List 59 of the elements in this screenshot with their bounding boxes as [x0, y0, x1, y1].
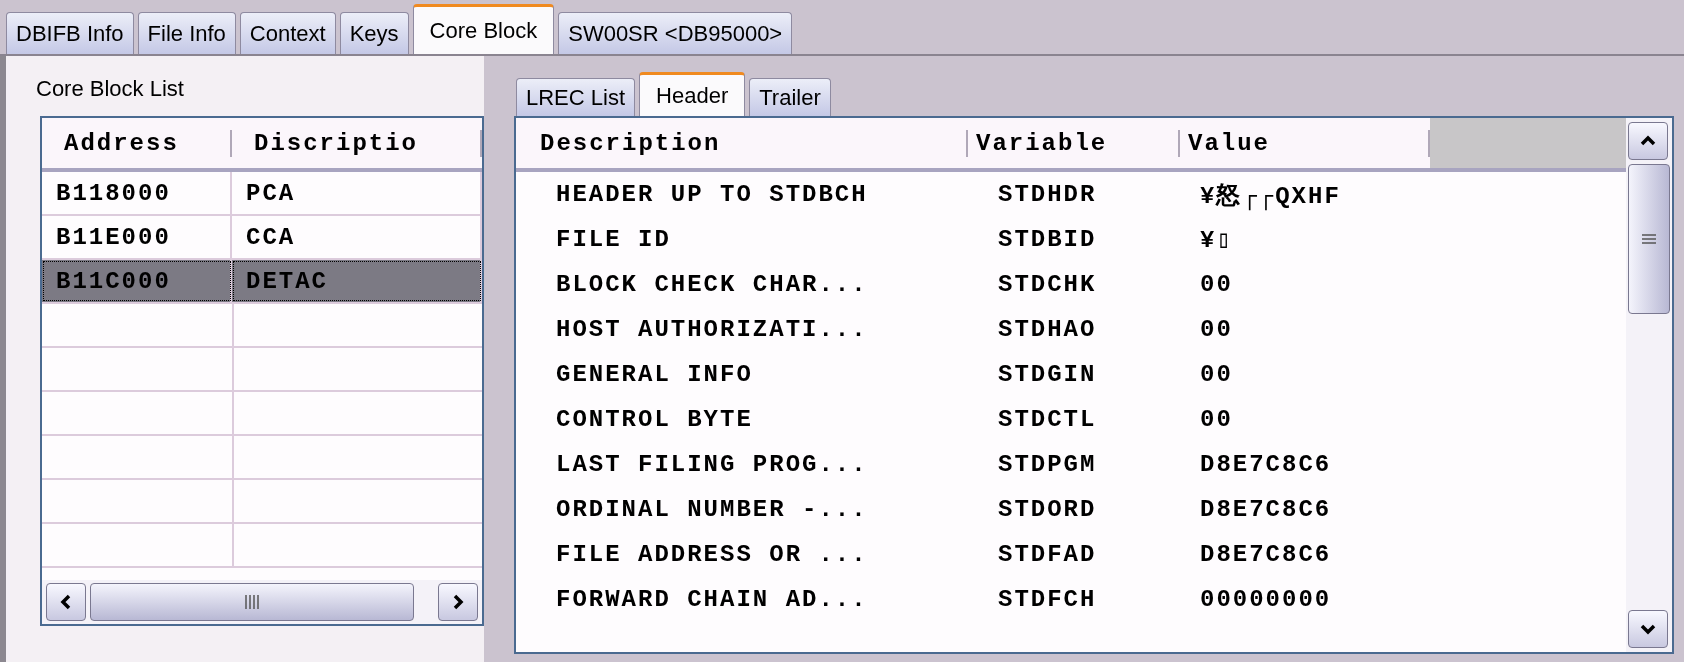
- table-cell: PCA: [246, 179, 296, 207]
- column-header[interactable]: Description: [516, 129, 968, 157]
- table-cell: LAST FILING PROG...: [556, 451, 868, 478]
- scroll-right-button[interactable]: [438, 583, 478, 621]
- table-cell: D8E7C8C6: [1200, 496, 1332, 523]
- panel-title: Core Block List: [36, 76, 184, 102]
- table-cell: FILE ID: [556, 226, 671, 253]
- table-cell: STDGIN: [998, 361, 1097, 388]
- column-header[interactable]: Address: [42, 129, 232, 157]
- table-cell: STDHAO: [998, 316, 1097, 343]
- column-header[interactable]: Discriptio: [232, 129, 482, 157]
- table-cell: STDCHK: [998, 271, 1097, 298]
- table-cell: BLOCK CHECK CHAR...: [556, 271, 868, 298]
- table-cell: 00: [1200, 316, 1233, 343]
- tab[interactable]: File Info: [137, 12, 236, 54]
- table-cell: D8E7C8C6: [1200, 541, 1332, 568]
- scroll-up-button[interactable]: [1628, 122, 1668, 160]
- table-cell: HOST AUTHORIZATI...: [556, 316, 868, 343]
- table-cell: CCA: [246, 223, 296, 251]
- table-cell: DETAC: [246, 267, 328, 295]
- table-cell: STDORD: [998, 496, 1097, 523]
- scroll-left-button[interactable]: [46, 583, 86, 621]
- table-cell: D8E7C8C6: [1200, 451, 1332, 478]
- column-header[interactable]: Variable: [968, 129, 1180, 157]
- table-cell: ¥▯: [1200, 227, 1233, 254]
- table-cell: 00: [1200, 406, 1233, 433]
- tab[interactable]: Context: [239, 12, 336, 54]
- table-cell: B11C000: [56, 267, 171, 295]
- tab[interactable]: SW00SR <DB95000>: [558, 12, 793, 54]
- table-cell: ORDINAL NUMBER -...: [556, 496, 868, 523]
- tab[interactable]: DBIFB Info: [6, 12, 134, 54]
- grip-icon: [1641, 233, 1657, 245]
- tab[interactable]: Keys: [339, 12, 409, 54]
- table-cell: B118000: [56, 179, 171, 207]
- table-cell: FORWARD CHAIN AD...: [556, 586, 868, 613]
- table-cell: 00000000: [1200, 586, 1332, 613]
- table-cell: GENERAL INFO: [556, 361, 753, 388]
- table-cell: B11E000: [56, 223, 171, 251]
- table-cell: STDFCH: [998, 586, 1097, 613]
- grip-icon: [244, 594, 260, 610]
- table-cell: STDPGM: [998, 451, 1097, 478]
- tab[interactable]: Header: [639, 72, 746, 116]
- table-cell: STDCTL: [998, 406, 1097, 433]
- table-cell: HEADER UP TO STDBCH: [556, 181, 868, 208]
- table-cell: 00: [1200, 271, 1233, 298]
- tab[interactable]: LREC List: [516, 78, 636, 116]
- table-cell: STDFAD: [998, 541, 1097, 568]
- table-row[interactable]: B118000 PCA: [42, 172, 482, 216]
- table-cell: STDHDR: [998, 181, 1097, 208]
- tab[interactable]: Trailer: [749, 78, 831, 116]
- table-cell: STDBID: [998, 226, 1097, 253]
- scrollbar-thumb[interactable]: [1628, 164, 1670, 314]
- table-cell: FILE ADDRESS OR ...: [556, 541, 868, 568]
- table-cell: CONTROL BYTE: [556, 406, 753, 433]
- table-cell: 00: [1200, 361, 1233, 388]
- scrollbar-thumb[interactable]: [90, 583, 414, 621]
- scroll-down-button[interactable]: [1628, 610, 1668, 648]
- table-cell: ¥怒┌┌QXHF: [1200, 182, 1341, 210]
- tab[interactable]: Core Block: [412, 4, 555, 54]
